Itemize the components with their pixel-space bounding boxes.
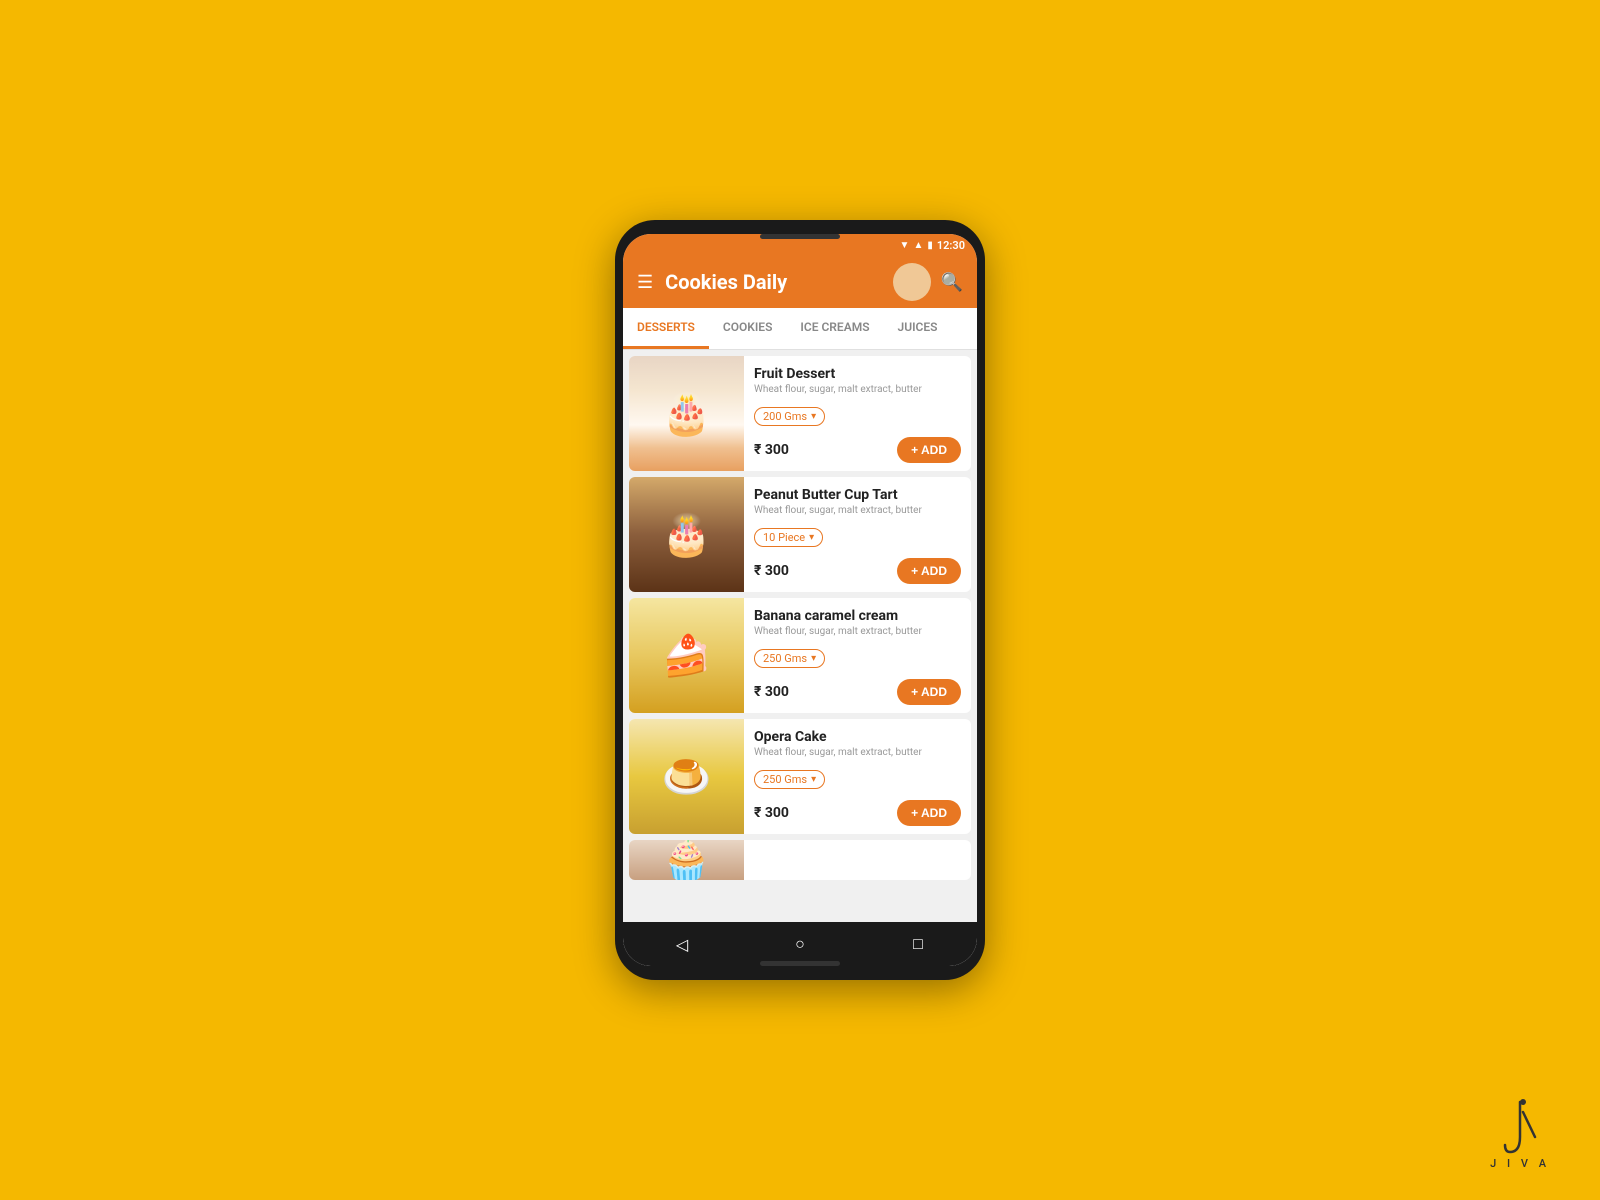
- watermark-text: J I V A: [1490, 1157, 1550, 1170]
- product-card: [629, 840, 971, 880]
- category-tabs: DESSERTS COOKIES ICE CREAMS JUICES: [623, 308, 977, 350]
- chevron-down-icon: ▾: [811, 411, 816, 422]
- chevron-down-icon: ▾: [811, 653, 816, 664]
- product-info: Fruit Dessert Wheat flour, sugar, malt e…: [744, 356, 971, 471]
- chevron-down-icon: ▾: [811, 774, 816, 785]
- product-image: [629, 356, 744, 471]
- product-info: [744, 840, 971, 880]
- add-button[interactable]: + ADD: [897, 800, 961, 826]
- bottom-navigation: ◁ ○ □: [623, 922, 977, 966]
- wifi-icon: ▼: [900, 240, 910, 251]
- product-size-text: 250 Gms: [763, 773, 807, 786]
- phone-shell: ▼ ▲ ▮ 12:30 ☰ Cookies Daily 🔍 DESSERTS C…: [615, 220, 985, 980]
- product-info: Peanut Butter Cup Tart Wheat flour, suga…: [744, 477, 971, 592]
- product-card: Peanut Butter Cup Tart Wheat flour, suga…: [629, 477, 971, 592]
- product-image: [629, 477, 744, 592]
- product-size-selector[interactable]: 10 Piece ▾: [754, 528, 823, 547]
- product-size-selector[interactable]: 200 Gms ▾: [754, 407, 825, 426]
- phone-screen: ▼ ▲ ▮ 12:30 ☰ Cookies Daily 🔍 DESSERTS C…: [623, 234, 977, 966]
- add-button[interactable]: + ADD: [897, 558, 961, 584]
- add-button[interactable]: + ADD: [897, 679, 961, 705]
- products-list: Fruit Dessert Wheat flour, sugar, malt e…: [623, 350, 977, 922]
- product-size-selector[interactable]: 250 Gms ▾: [754, 770, 825, 789]
- product-name: Peanut Butter Cup Tart: [754, 487, 961, 503]
- chevron-down-icon: ▾: [809, 532, 814, 543]
- avatar: [893, 263, 931, 301]
- product-name: Opera Cake: [754, 729, 961, 745]
- product-name: Banana caramel cream: [754, 608, 961, 624]
- product-size-selector[interactable]: 250 Gms ▾: [754, 649, 825, 668]
- product-price: ₹ 300: [754, 442, 789, 458]
- home-button[interactable]: ○: [782, 926, 818, 962]
- product-card: Fruit Dessert Wheat flour, sugar, malt e…: [629, 356, 971, 471]
- product-price: ₹ 300: [754, 684, 789, 700]
- product-info: Opera Cake Wheat flour, sugar, malt extr…: [744, 719, 971, 834]
- product-size-text: 10 Piece: [763, 531, 805, 544]
- product-image: [629, 840, 744, 880]
- product-size-text: 200 Gms: [763, 410, 807, 423]
- menu-icon[interactable]: ☰: [637, 272, 653, 293]
- product-card: Opera Cake Wheat flour, sugar, malt extr…: [629, 719, 971, 834]
- tab-desserts[interactable]: DESSERTS: [623, 308, 709, 349]
- tab-cookies[interactable]: COOKIES: [709, 308, 787, 349]
- back-button[interactable]: ◁: [664, 926, 700, 962]
- product-image: [629, 598, 744, 713]
- product-price: ₹ 300: [754, 563, 789, 579]
- watermark: J I V A: [1490, 1097, 1550, 1170]
- product-price: ₹ 300: [754, 805, 789, 821]
- jiva-logo-icon: [1500, 1097, 1540, 1157]
- product-image: [629, 719, 744, 834]
- battery-icon: ▮: [927, 240, 933, 251]
- tab-ice-creams[interactable]: ICE CREAMS: [786, 308, 883, 349]
- product-name: Fruit Dessert: [754, 366, 961, 382]
- product-desc: Wheat flour, sugar, malt extract, butter: [754, 505, 961, 516]
- recents-button[interactable]: □: [900, 926, 936, 962]
- product-size-text: 250 Gms: [763, 652, 807, 665]
- product-desc: Wheat flour, sugar, malt extract, butter: [754, 747, 961, 758]
- product-info: Banana caramel cream Wheat flour, sugar,…: [744, 598, 971, 713]
- status-bar: ▼ ▲ ▮ 12:30: [623, 234, 977, 256]
- signal-icon: ▲: [913, 240, 923, 251]
- product-card: Banana caramel cream Wheat flour, sugar,…: [629, 598, 971, 713]
- status-time: 12:30: [937, 239, 965, 252]
- app-header: ☰ Cookies Daily 🔍: [623, 256, 977, 308]
- product-desc: Wheat flour, sugar, malt extract, butter: [754, 626, 961, 637]
- product-desc: Wheat flour, sugar, malt extract, butter: [754, 384, 961, 395]
- add-button[interactable]: + ADD: [897, 437, 961, 463]
- tab-juices[interactable]: JUICES: [884, 308, 952, 349]
- search-icon[interactable]: 🔍: [941, 272, 963, 293]
